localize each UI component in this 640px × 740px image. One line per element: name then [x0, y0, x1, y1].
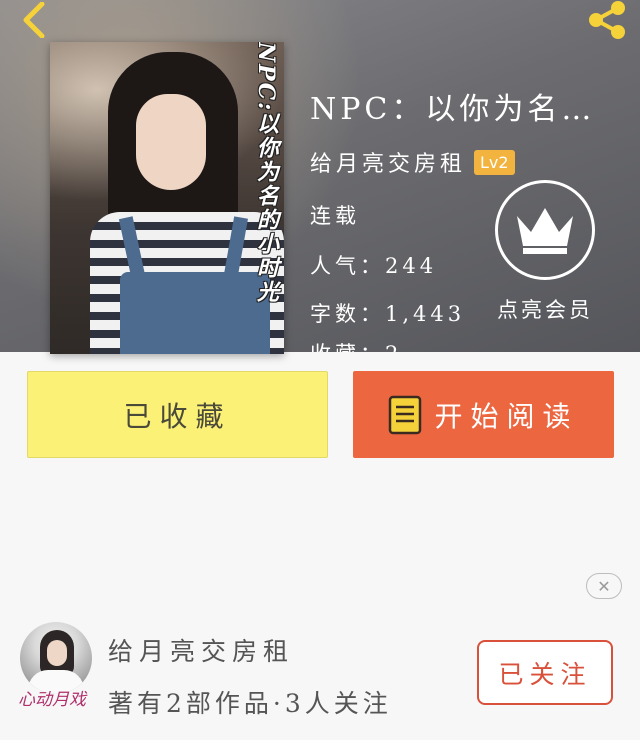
collected-label: 已收藏	[123, 399, 232, 433]
vip-button[interactable]: 点亮会员	[490, 180, 600, 324]
favorites-line: 收藏：2	[310, 342, 402, 352]
word-count-line: 字数：1,443	[310, 298, 465, 328]
chevron-left-icon	[23, 2, 45, 38]
book-cover[interactable]: NPC:以你为名的小时光	[50, 42, 284, 354]
share-button[interactable]	[582, 0, 630, 40]
collected-button[interactable]: 已收藏	[27, 371, 328, 458]
start-reading-button[interactable]: 开始阅读	[353, 371, 614, 458]
author-name[interactable]: 给月亮交房租	[310, 146, 466, 178]
level-badge: Lv2	[474, 149, 515, 175]
start-reading-label: 开始阅读	[434, 399, 579, 433]
cover-title: NPC:以你为名的小时光	[253, 42, 279, 305]
popularity-label: 人气：	[310, 254, 385, 278]
avatar[interactable]	[20, 622, 92, 694]
vip-label: 点亮会员	[497, 298, 593, 322]
author-card-stats: 著有2部作品·3人关注	[108, 689, 392, 718]
close-button[interactable]: ✕	[586, 573, 622, 599]
book-title: NPC：以你为名…	[310, 92, 596, 127]
back-button[interactable]	[14, 0, 54, 40]
followed-button[interactable]: 已关注	[477, 640, 613, 705]
word-count-label: 字数：	[310, 302, 385, 326]
popularity-value: 244	[385, 254, 438, 278]
crown-icon	[517, 208, 573, 254]
share-icon	[589, 1, 625, 39]
word-count-value: 1,443	[385, 302, 466, 326]
author-card-name[interactable]: 给月亮交房租	[108, 632, 294, 668]
avatar-tag: 心动月戏	[18, 690, 86, 710]
popularity-line: 人气：244	[310, 250, 437, 280]
vip-badge	[495, 180, 595, 280]
followed-label: 已关注	[498, 659, 592, 689]
author-row: 给月亮交房租 Lv2	[310, 146, 515, 178]
book-icon	[388, 395, 422, 435]
close-icon: ✕	[597, 576, 611, 596]
serial-status: 连载	[310, 204, 360, 228]
